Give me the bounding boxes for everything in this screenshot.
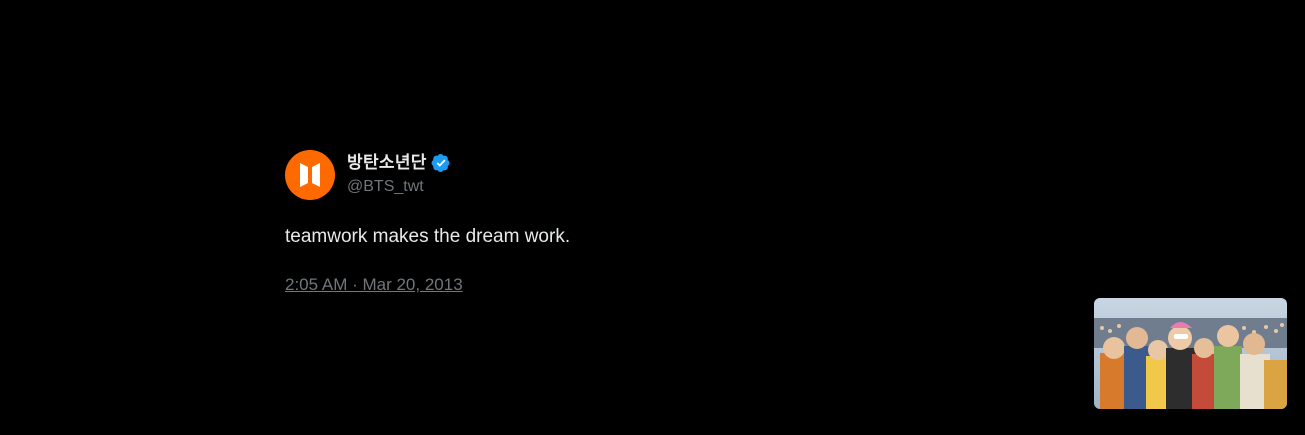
verified-badge-icon[interactable] bbox=[431, 153, 451, 173]
group-photo-thumbnail[interactable] bbox=[1094, 298, 1287, 409]
avatar[interactable] bbox=[285, 150, 335, 200]
bts-logo-icon bbox=[300, 163, 320, 187]
handle[interactable]: @BTS_twt bbox=[347, 176, 451, 198]
display-name[interactable]: 방탄소년단 bbox=[347, 152, 427, 174]
author-names: 방탄소년단 @BTS_twt bbox=[347, 152, 451, 198]
page: 방탄소년단 @BTS_twt teamwork makes the dream … bbox=[0, 0, 1305, 435]
tweet-text: teamwork makes the dream work. bbox=[285, 226, 571, 247]
tweet-timestamp-link[interactable]: 2:05 AM · Mar 20, 2013 bbox=[285, 274, 463, 296]
display-name-row: 방탄소년단 bbox=[347, 152, 451, 174]
tweet-card: 방탄소년단 @BTS_twt teamwork makes the dream … bbox=[285, 150, 985, 296]
author-row: 방탄소년단 @BTS_twt bbox=[285, 150, 985, 200]
